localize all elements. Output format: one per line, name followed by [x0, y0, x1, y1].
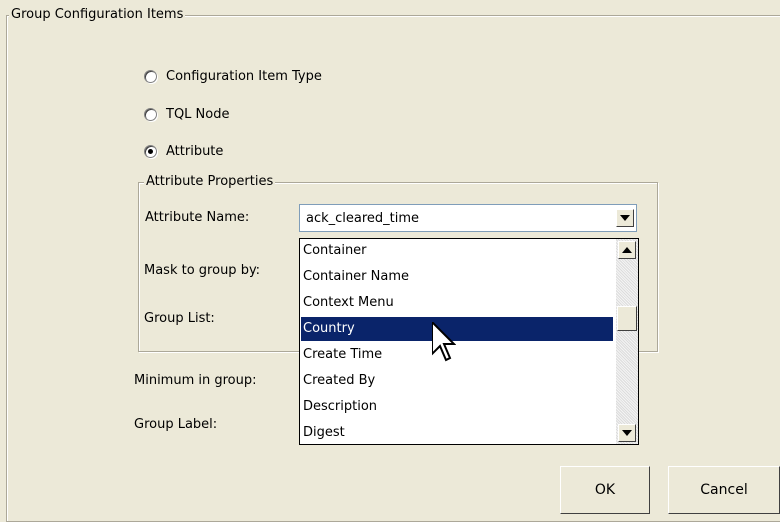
dropdown-item[interactable]: Description	[301, 395, 613, 419]
radio-attribute[interactable]: Attribute	[144, 141, 223, 161]
radio-configuration-item-type[interactable]: Configuration Item Type	[144, 66, 322, 86]
combobox-value: ack_cleared_time	[306, 211, 420, 226]
dropdown-scrollbar[interactable]	[616, 239, 638, 444]
dropdown-item[interactable]: Created By	[301, 369, 613, 393]
group-list-label: Group List:	[144, 311, 215, 326]
radio-label: TQL Node	[166, 106, 230, 122]
arrow-down-icon	[622, 430, 632, 436]
dialog-window: Group Configuration Items Configuration …	[0, 0, 780, 522]
radio-tql-node[interactable]: TQL Node	[144, 104, 229, 124]
group-label-label: Group Label:	[134, 417, 218, 432]
radio-button[interactable]	[144, 107, 157, 121]
radio-button[interactable]	[144, 144, 157, 158]
scroll-down-button[interactable]	[618, 424, 636, 442]
combobox-dropdown-button[interactable]	[616, 209, 634, 227]
attribute-name-label: Attribute Name:	[145, 210, 250, 225]
dropdown-item[interactable]: Digest	[301, 421, 613, 445]
mouse-cursor-icon	[432, 322, 456, 362]
radio-label: Configuration Item Type	[166, 68, 322, 84]
radio-label: Attribute	[166, 143, 224, 159]
dropdown-item-selected[interactable]: Country	[301, 317, 613, 341]
dropdown-item[interactable]: Container Name	[301, 265, 613, 289]
minimum-in-group-label: Minimum in group:	[134, 373, 257, 388]
scroll-up-button[interactable]	[618, 241, 636, 259]
attribute-properties-title: Attribute Properties	[144, 174, 276, 189]
cancel-button[interactable]: Cancel	[668, 466, 780, 514]
chevron-down-icon	[620, 215, 630, 221]
ok-button[interactable]: OK	[560, 466, 650, 514]
arrow-up-icon	[622, 247, 632, 253]
attribute-dropdown-list[interactable]: Container Container Name Context Menu Co…	[299, 238, 639, 445]
radio-selected-dot	[148, 148, 153, 154]
radio-button[interactable]	[144, 69, 157, 83]
group-box-title: Group Configuration Items	[9, 7, 186, 22]
dropdown-item[interactable]: Context Menu	[301, 291, 613, 315]
dropdown-item[interactable]: Container	[301, 239, 613, 263]
mask-label: Mask to group by:	[144, 263, 261, 278]
attribute-name-combobox[interactable]: ack_cleared_time	[299, 204, 637, 232]
dropdown-item[interactable]: Create Time	[301, 343, 613, 367]
scroll-thumb[interactable]	[617, 306, 637, 331]
